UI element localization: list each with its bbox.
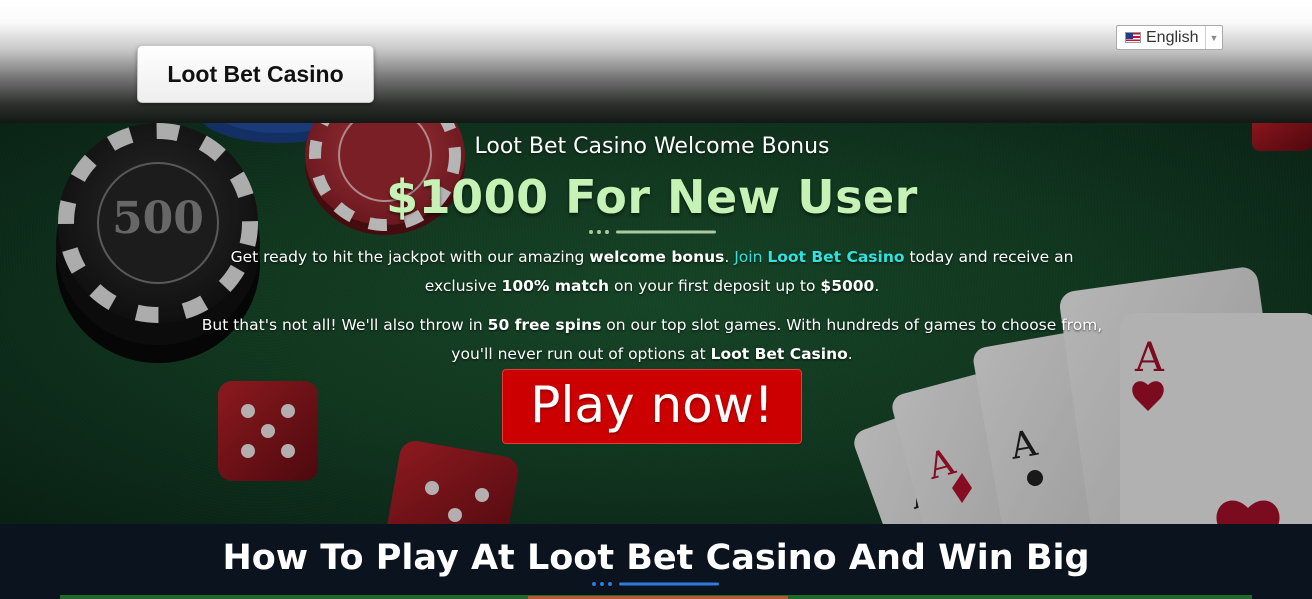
text-bold: Loot Bet Casino xyxy=(710,345,848,363)
free-spins-paragraph: But that's not all! We'll also throw in … xyxy=(200,311,1104,369)
text-span: Get ready to hit the jackpot with our am… xyxy=(230,248,590,266)
text-bold: $5000 xyxy=(820,277,875,295)
language-select[interactable]: English ▼ xyxy=(1116,25,1223,50)
join-link-name: Loot Bet Casino xyxy=(767,248,905,266)
join-link-prefix: Join xyxy=(734,248,768,266)
hero-subtitle: Loot Bet Casino Welcome Bonus xyxy=(474,134,830,159)
logo-button[interactable]: Loot Bet Casino xyxy=(137,45,374,103)
language-selected-label: English xyxy=(1146,28,1199,46)
hero-banner: 500 A A A Loot Bet Casino Welcome Bonus … xyxy=(0,123,1312,524)
text-span: on your first deposit up to xyxy=(609,277,821,295)
text-span: . xyxy=(847,345,853,363)
chevron-down-icon: ▼ xyxy=(1205,26,1222,49)
title-underline-decoration xyxy=(589,230,716,234)
text-span: . xyxy=(724,248,735,266)
hero-content: Loot Bet Casino Welcome Bonus $1000 For … xyxy=(0,123,1312,524)
text-bold: 100% match xyxy=(501,277,610,295)
text-span: But that's not all! We'll also throw in xyxy=(201,316,488,334)
heading-underline-decoration xyxy=(592,582,719,586)
us-flag-icon xyxy=(1125,32,1141,43)
text-bold: 50 free spins xyxy=(487,316,602,334)
how-to-play-section: How To Play At Loot Bet Casino And Win B… xyxy=(0,524,1312,599)
welcome-paragraph: Get ready to hit the jackpot with our am… xyxy=(200,243,1104,301)
join-link[interactable]: Join Loot Bet Casino xyxy=(734,248,904,266)
text-span: . xyxy=(874,277,880,295)
how-to-play-heading: How To Play At Loot Bet Casino And Win B… xyxy=(222,538,1090,578)
play-now-button[interactable]: Play now! xyxy=(502,369,802,444)
text-bold: welcome bonus xyxy=(589,248,725,266)
hero-title: $1000 For New User xyxy=(386,170,918,224)
site-header: Loot Bet Casino English ▼ xyxy=(0,0,1312,123)
